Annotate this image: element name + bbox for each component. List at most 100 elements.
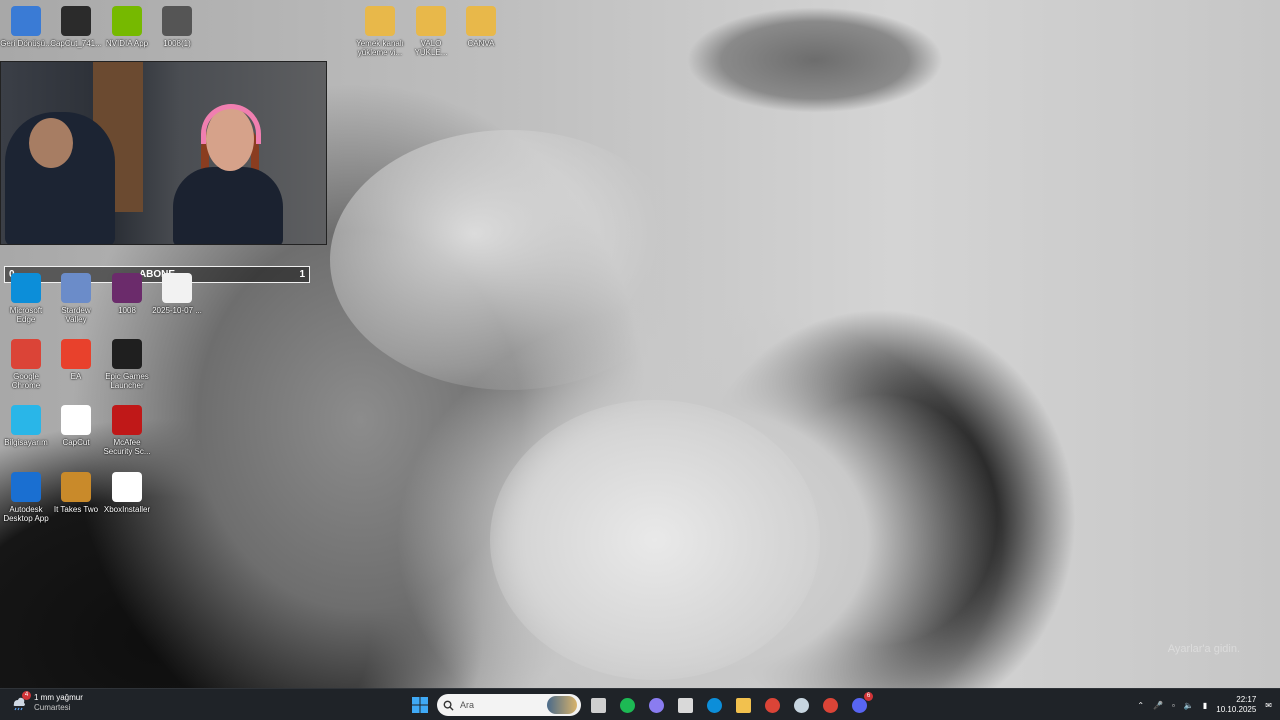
folder-icon	[466, 6, 496, 36]
weather-day: Cumartesi	[34, 703, 71, 712]
desktop-icon-chrome[interactable]: Google Chrome	[0, 339, 52, 390]
desktop-icon-label: EA	[70, 372, 82, 381]
desktop-icon-label: CANVA	[467, 39, 495, 48]
desktop-icon-recycle-bin[interactable]: Geri Dönüşü...	[0, 6, 52, 48]
stardew-valley-icon	[61, 273, 91, 303]
desktop-icon-video-file[interactable]: 1008(1)	[151, 6, 203, 48]
edge-icon	[11, 273, 41, 303]
taskbar-chrome[interactable]	[761, 694, 784, 717]
video-file-icon	[112, 273, 142, 303]
desktop-icon-stardew-valley[interactable]: Stardew Valley	[50, 273, 102, 324]
desktop-icon-folder[interactable]: Yemek kanalı yükleme vi...	[354, 6, 406, 57]
it-takes-two-icon	[61, 472, 91, 502]
search-highlight-icon	[547, 696, 577, 714]
store-icon	[678, 697, 693, 713]
taskbar-store[interactable]	[674, 694, 697, 717]
chrome-icon	[823, 697, 838, 713]
webcam-headset	[201, 104, 261, 144]
notification-bell-icon[interactable]: ✉	[1265, 701, 1272, 710]
volume-icon[interactable]: 🔈	[1184, 701, 1194, 710]
desktop-icon-label: 1008(1)	[163, 39, 191, 48]
desktop-icon-ea[interactable]: EA	[50, 339, 102, 381]
desktop-icon-label: XboxInstaller	[103, 505, 151, 514]
clock-date: 10.10.2025	[1216, 705, 1257, 714]
taskbar-steam[interactable]	[790, 694, 813, 717]
taskbar-task-view[interactable]	[587, 694, 610, 717]
desktop-icon-label: Bilgisayarım	[4, 438, 48, 447]
ea-icon	[61, 339, 91, 369]
taskbar-copilot[interactable]	[645, 694, 668, 717]
taskbar-chrome-profile[interactable]	[819, 694, 842, 717]
desktop-icon-edge[interactable]: Microsoft Edge	[0, 273, 52, 324]
chrome-icon	[11, 339, 41, 369]
weather-badge: 4	[22, 691, 31, 700]
desktop-icon-label: NVIDIA App	[105, 39, 149, 48]
desktop-icon-label: It Takes Two	[53, 505, 99, 514]
weather-widget[interactable]: 4 1 mm yağmur Cumartesi	[10, 691, 83, 713]
desktop-icon-it-takes-two[interactable]: It Takes Two	[50, 472, 102, 514]
folder-icon	[736, 697, 751, 713]
desktop-icon-label: CapCut_741...	[50, 39, 102, 48]
system-tray: ⌃ 🎤 ▫ 🔈 ▮ 22:17 10.10.2025 ✉	[1137, 689, 1272, 720]
desktop-icon-xbox[interactable]: XboxInstaller	[101, 472, 153, 514]
mcafee-icon	[112, 405, 142, 435]
this-pc-icon	[11, 405, 41, 435]
desktop-icon-label: 1008	[118, 306, 136, 315]
taskbar-clock[interactable]: 22:17 10.10.2025	[1216, 695, 1256, 715]
desktop-icon-label: Yemek kanalı yükleme vi...	[356, 39, 404, 57]
desktop-icon-label: Google Chrome	[11, 372, 41, 390]
desktop-icon-this-pc[interactable]: Bilgisayarım	[0, 405, 52, 447]
steam-icon	[794, 697, 809, 713]
desktop-icon-label: Geri Dönüşü...	[0, 39, 52, 48]
rain-cloud-icon: 4	[10, 691, 31, 712]
search-placeholder: Ara	[460, 700, 475, 710]
webcam-person-right	[173, 167, 283, 244]
taskbar-file-explorer[interactable]	[732, 694, 755, 717]
desktop-icon-capcut-setup[interactable]: CapCut_741...	[50, 6, 102, 48]
desktop-icon-folder[interactable]: CANVA	[455, 6, 507, 48]
folder-icon	[416, 6, 446, 36]
capcut-setup-icon	[61, 6, 91, 36]
recycle-bin-icon	[11, 6, 41, 36]
taskbar-discord[interactable]: 6	[848, 691, 873, 717]
weather-condition: 1 mm yağmur	[34, 693, 83, 702]
desktop-icon-label: Microsoft Edge	[9, 306, 43, 324]
desktop-icon-video-file[interactable]: 1008	[101, 273, 153, 315]
taskbar-search[interactable]: Ara	[437, 694, 581, 716]
webcam-overlay	[0, 61, 327, 245]
desktop-icon-epic-games[interactable]: Epic Games Launcher	[101, 339, 153, 390]
copilot-icon	[649, 697, 664, 713]
desktop-icon-label: Autodesk Desktop App	[3, 505, 49, 523]
battery-icon[interactable]: ▮	[1203, 701, 1207, 710]
start-button[interactable]	[408, 694, 431, 717]
desktop-icon-media-player[interactable]: 2025-10-07 ...	[151, 273, 203, 315]
desktop-icon-label: VALO YÜKLE...	[414, 39, 448, 57]
wallpaper-veil	[330, 130, 690, 390]
taskbar-spotify[interactable]	[616, 694, 639, 717]
notification-badge: 6	[864, 691, 873, 701]
tray-overflow-chevron-icon[interactable]: ⌃	[1137, 701, 1144, 710]
clock-time: 22:17	[1236, 695, 1257, 704]
microphone-icon[interactable]: 🎤	[1153, 701, 1163, 710]
activation-watermark: Ayarlar'a gidin.	[1167, 643, 1240, 655]
desktop-icon-nvidia[interactable]: NVIDIA App	[101, 6, 153, 48]
xbox-icon	[112, 472, 142, 502]
spotify-icon	[620, 697, 635, 713]
desktop-icon-label: Stardew Valley	[61, 306, 91, 324]
desktop-icon-label: Epic Games Launcher	[105, 372, 149, 390]
desktop-icon-autodesk[interactable]: Autodesk Desktop App	[0, 472, 52, 523]
taskbar: 4 1 mm yağmur Cumartesi Ara 6 ⌃ 🎤 ▫ 🔈 ▮ …	[0, 688, 1280, 720]
network-icon[interactable]: ▫	[1172, 701, 1175, 710]
desktop-icon-mcafee[interactable]: McAfee Security Sc...	[101, 405, 153, 456]
desktop-icon-folder[interactable]: VALO YÜKLE...	[405, 6, 457, 57]
desktop-icon-label: 2025-10-07 ...	[152, 306, 202, 315]
taskbar-edge[interactable]	[703, 694, 726, 717]
edge-icon	[707, 697, 722, 713]
desktop-icon-capcut[interactable]: CapCut	[50, 405, 102, 447]
epic-games-icon	[112, 339, 142, 369]
chrome-icon	[765, 697, 780, 713]
capcut-icon	[61, 405, 91, 435]
desktop-icon-label: McAfee Security Sc...	[103, 438, 151, 456]
video-file-icon	[162, 6, 192, 36]
folder-icon	[365, 6, 395, 36]
